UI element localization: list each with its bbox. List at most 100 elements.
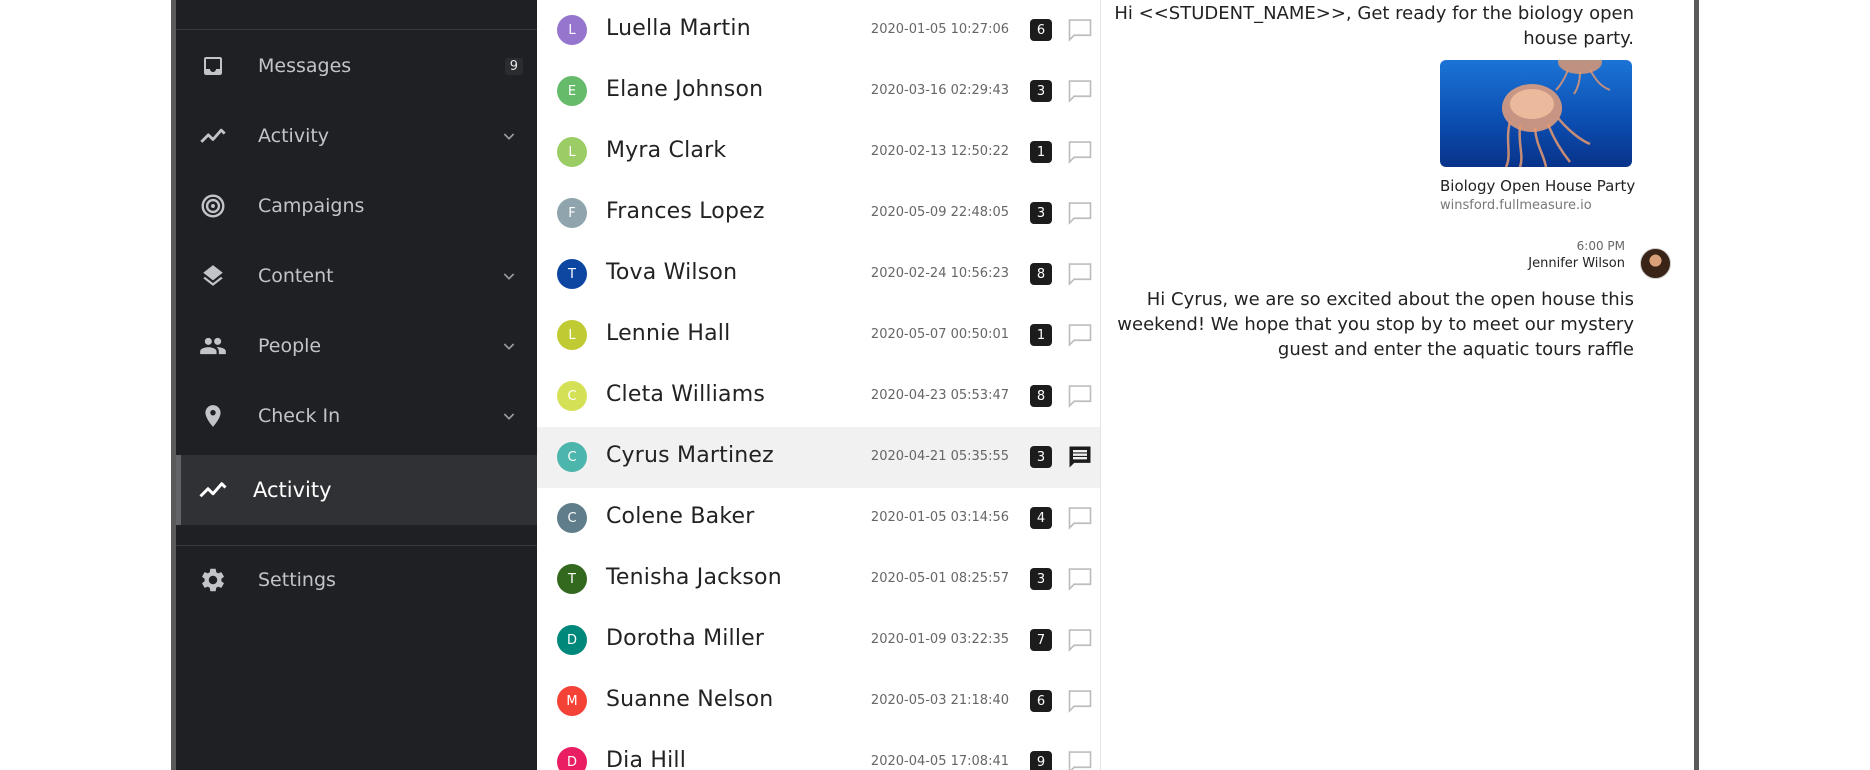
list-item[interactable]: C Cyrus Martinez 2020-04-21 05:35:55 3 <box>537 427 1100 488</box>
target-icon <box>198 191 228 221</box>
sidebar-item-label: Content <box>258 265 334 287</box>
message-count-badge: 9 <box>1030 751 1052 770</box>
list-item[interactable]: C Cleta Williams 2020-04-23 05:53:47 8 <box>537 366 1100 427</box>
message-count-badge: 6 <box>1030 690 1052 712</box>
sidebar-item-check-in[interactable]: Check In <box>176 381 537 451</box>
contact-timestamp: 2020-01-05 03:14:56 <box>870 510 1009 525</box>
chat-icon[interactable] <box>1066 260 1094 288</box>
avatar <box>1640 248 1671 279</box>
contact-list: L Luella Martin 2020-01-05 10:27:06 6 E Elane… <box>537 0 1101 770</box>
chat-icon[interactable] <box>1066 565 1094 593</box>
contact-timestamp: 2020-01-05 10:27:06 <box>870 22 1009 37</box>
contact-name: Frances Lopez <box>606 199 765 224</box>
chat-icon[interactable] <box>1066 626 1094 654</box>
message-count-badge: 4 <box>1030 507 1052 529</box>
contact-name: Elane Johnson <box>606 77 764 102</box>
message-sender: Jennifer Wilson <box>1528 256 1625 271</box>
list-item[interactable]: T Tenisha Jackson 2020-05-01 08:25:57 3 <box>537 549 1100 610</box>
message-bubble: Hi Cyrus, we are so excited about the op… <box>1117 289 1634 360</box>
avatar: F <box>557 198 587 228</box>
message-count-badge: 8 <box>1030 385 1052 407</box>
contact-timestamp: 2020-05-07 00:50:01 <box>870 327 1009 342</box>
sidebar-item-label: People <box>258 335 322 357</box>
list-item[interactable]: E Elane Johnson 2020-03-16 02:29:43 3 <box>537 61 1100 122</box>
chat-icon[interactable] <box>1066 138 1094 166</box>
list-item[interactable]: C Colene Baker 2020-01-05 03:14:56 4 <box>537 488 1100 549</box>
contact-name: Myra Clark <box>606 138 727 163</box>
list-item[interactable]: T Tova Wilson 2020-02-24 10:56:23 8 <box>537 244 1100 305</box>
list-item[interactable]: L Lennie Hall 2020-05-07 00:50:01 1 <box>537 305 1100 366</box>
avatar: L <box>557 15 587 45</box>
message-bubble: Hi <<STUDENT_NAME>>, Get ready for the b… <box>1114 3 1634 49</box>
conversation-panel: Hi <<STUDENT_NAME>>, Get ready for the b… <box>1102 0 1694 770</box>
avatar: T <box>557 564 587 594</box>
link-preview-image[interactable] <box>1440 60 1632 167</box>
chat-icon[interactable] <box>1066 748 1094 770</box>
sidebar-item-activity-active[interactable]: Activity <box>176 455 537 525</box>
chat-icon[interactable] <box>1066 199 1094 227</box>
chat-icon[interactable] <box>1066 16 1094 44</box>
link-preview-title[interactable]: Biology Open House Party <box>1440 177 1635 195</box>
avatar: C <box>557 503 587 533</box>
sidebar-item-content[interactable]: Content <box>176 241 537 311</box>
layers-icon <box>198 261 228 291</box>
list-item[interactable]: M Suanne Nelson 2020-05-03 21:18:40 6 <box>537 671 1100 732</box>
contact-timestamp: 2020-05-03 21:18:40 <box>870 693 1009 708</box>
inbox-icon <box>198 51 228 81</box>
contact-timestamp: 2020-03-16 02:29:43 <box>870 83 1009 98</box>
message-count-badge: 3 <box>1030 202 1052 224</box>
sidebar-item-activity[interactable]: Activity <box>176 101 537 171</box>
avatar: L <box>557 137 587 167</box>
chat-icon[interactable] <box>1066 321 1094 349</box>
sidebar-item-label: Check In <box>258 405 341 427</box>
sidebar-item-messages[interactable]: Messages 9 <box>176 31 537 101</box>
sidebar-item-campaigns[interactable]: Campaigns <box>176 171 537 241</box>
chat-icon[interactable] <box>1066 382 1094 410</box>
avatar: D <box>557 747 587 770</box>
list-item[interactable]: L Luella Martin 2020-01-05 10:27:06 6 <box>537 0 1100 61</box>
message-count-badge: 7 <box>1030 629 1052 651</box>
sidebar-item-label: Activity <box>258 125 330 147</box>
activity-icon <box>198 475 228 505</box>
message-count-badge: 3 <box>1030 80 1052 102</box>
sidebar: Messages 9 Activity Campaigns Content Pe… <box>176 0 537 770</box>
avatar: T <box>557 259 587 289</box>
list-item[interactable]: F Frances Lopez 2020-05-09 22:48:05 3 <box>537 183 1100 244</box>
people-icon <box>198 331 228 361</box>
contact-timestamp: 2020-04-23 05:53:47 <box>870 388 1009 403</box>
sidebar-item-label: Messages <box>258 55 352 77</box>
avatar: C <box>557 381 587 411</box>
sidebar-item-label: Campaigns <box>258 195 365 217</box>
message-count-badge: 1 <box>1030 141 1052 163</box>
messages-count-badge: 9 <box>504 57 523 75</box>
contact-timestamp: 2020-01-09 03:22:35 <box>870 632 1009 647</box>
list-item[interactable]: D Dia Hill 2020-04-05 17:08:41 9 <box>537 732 1100 770</box>
sidebar-item-label: Activity <box>253 478 332 502</box>
chevron-down-icon[interactable] <box>500 267 518 285</box>
chat-icon[interactable] <box>1066 443 1094 471</box>
chat-icon[interactable] <box>1066 687 1094 715</box>
contact-name: Tova Wilson <box>606 260 738 285</box>
contact-name: Dia Hill <box>606 748 687 770</box>
chevron-down-icon[interactable] <box>500 407 518 425</box>
contact-name: Cleta Williams <box>606 382 766 407</box>
contact-timestamp: 2020-05-01 08:25:57 <box>870 571 1009 586</box>
chat-icon[interactable] <box>1066 504 1094 532</box>
contact-name: Cyrus Martinez <box>606 443 774 468</box>
list-item[interactable]: D Dorotha Miller 2020-01-09 03:22:35 7 <box>537 610 1100 671</box>
avatar: C <box>557 442 587 472</box>
avatar: L <box>557 320 587 350</box>
sidebar-item-people[interactable]: People <box>176 311 537 381</box>
chevron-down-icon[interactable] <box>500 337 518 355</box>
contact-timestamp: 2020-04-21 05:35:55 <box>870 449 1009 464</box>
gear-icon <box>198 565 228 595</box>
list-item[interactable]: L Myra Clark 2020-02-13 12:50:22 1 <box>537 122 1100 183</box>
chevron-down-icon[interactable] <box>500 127 518 145</box>
link-preview-url[interactable]: winsford.fullmeasure.io <box>1440 198 1592 213</box>
message-timestamp: 6:00 PM <box>1576 239 1625 253</box>
avatar: D <box>557 625 587 655</box>
contact-timestamp: 2020-04-05 17:08:41 <box>870 754 1009 769</box>
contact-name: Suanne Nelson <box>606 687 774 712</box>
sidebar-item-settings[interactable]: Settings <box>176 545 537 615</box>
chat-icon[interactable] <box>1066 77 1094 105</box>
